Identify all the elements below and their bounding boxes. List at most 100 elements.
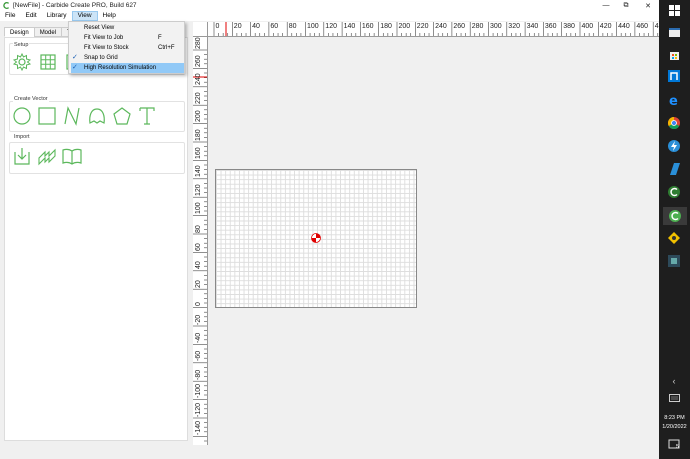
taskbar-chrome[interactable] (667, 116, 681, 130)
import-file-icon (14, 148, 30, 165)
taskbar-edge[interactable]: e (667, 93, 681, 107)
ruler-label: 200 (398, 23, 411, 30)
windows-taskbar: e ‹ 8:23 PM 1/20/2022 5 (659, 0, 690, 459)
import-model-button[interactable] (37, 146, 57, 166)
chevron-left-icon: ‹ (672, 376, 676, 386)
job-setup-button[interactable] (12, 52, 32, 72)
ruler-label: 180 (380, 23, 392, 30)
ruler-label: 220 (416, 23, 429, 30)
close-button[interactable]: ✕ (638, 0, 658, 11)
ruler-label: 280 (471, 23, 484, 30)
restore-button[interactable]: ⧉ (616, 0, 636, 11)
ruler-label: 200 (195, 110, 202, 123)
setup-label: Setup (13, 42, 30, 48)
notification-center-button[interactable]: 5 (667, 438, 681, 452)
ruler-label: 440 (618, 23, 630, 30)
menu-item-label: Fit View to Stock (84, 45, 129, 51)
ruler-label: 20 (233, 23, 242, 30)
text-icon (139, 107, 155, 125)
menu-fit-view-to-job[interactable]: Fit View to Job F (69, 33, 184, 43)
left-tool-panel: Design Model To Setup Create Vector (0, 22, 190, 444)
clock-date[interactable]: 1/20/2022 (659, 424, 690, 430)
taskbar-app-11[interactable] (667, 254, 681, 268)
draw-circle-button[interactable] (12, 106, 32, 126)
draw-polyline-button[interactable] (87, 106, 107, 126)
edge-browser-icon: e (669, 94, 678, 106)
menu-view[interactable]: View (71, 11, 98, 21)
carbide-logo-icon (668, 186, 680, 198)
ruler-label: 40 (252, 23, 260, 30)
ruler-label: 0 (215, 23, 220, 30)
taskbar-app-3[interactable] (667, 69, 681, 83)
ruler-label: 60 (270, 23, 279, 30)
ruler-label: -80 (195, 369, 202, 380)
left-ruler: 280 260 240 220 200 180 160 140 120 100 80 60 40 20 0-… (193, 37, 208, 445)
show-hidden-icons-button[interactable]: ‹ (667, 374, 681, 388)
menu-snap-to-grid[interactable]: ✓ Snap to Grid (69, 53, 184, 63)
menu-file[interactable]: File (0, 11, 20, 21)
menu-edit[interactable]: Edit (20, 11, 41, 21)
windows-logo-icon (668, 4, 680, 16)
menu-item-shortcut: Ctrl+F (158, 45, 175, 51)
taskbar-app-7[interactable] (667, 162, 681, 176)
import-gcode-icon (38, 148, 56, 166)
grid-icon (40, 54, 56, 70)
menu-reset-view[interactable]: Reset View (69, 23, 184, 33)
tab-model[interactable]: Model (33, 27, 63, 37)
ruler-label: -60 (195, 351, 202, 362)
ruler-label: 280 (195, 37, 202, 49)
ruler-label: 60 (195, 243, 202, 251)
taskbar-carbide-create-active[interactable] (663, 207, 687, 225)
window-title: [NewFile] - Carbide Create PRO, Build 62… (13, 2, 137, 9)
tab-design[interactable]: Design (4, 27, 35, 37)
grid-setup-button[interactable] (38, 52, 58, 72)
view-menu-dropdown: Reset View Fit View to Job F Fit View to… (68, 21, 185, 74)
draw-rectangle-button[interactable] (37, 106, 57, 126)
draw-polygon-button[interactable] (112, 106, 132, 126)
draw-text-button[interactable] (137, 106, 157, 126)
dark-app-icon (668, 255, 680, 267)
taskbar-app-10[interactable] (667, 231, 681, 245)
taskbar-carbide-motion[interactable] (667, 185, 681, 199)
ruler-label: 80 (195, 224, 202, 233)
ruler-label: 120 (195, 184, 202, 196)
menu-help[interactable]: Help (98, 11, 121, 21)
ruler-label: 160 (195, 147, 202, 159)
gear-icon (12, 52, 32, 72)
ruler-label: 380 (563, 23, 575, 30)
ruler-label: 240 (435, 23, 447, 30)
ruler-label: 100 (195, 202, 202, 215)
menu-high-resolution-simulation[interactable]: ✓ High Resolution Simulation (71, 63, 184, 73)
ruler-label: -40 (195, 332, 202, 343)
yellow-app-icon (668, 232, 680, 244)
import-group (9, 142, 185, 174)
taskbar-app-6[interactable] (667, 139, 681, 153)
ruler-label: 300 (490, 23, 502, 30)
title-bar: [NewFile] - Carbide Create PRO, Build 62… (0, 0, 659, 11)
taskbar-app-1[interactable] (667, 25, 681, 39)
keyboard-icon (668, 394, 680, 402)
clock-time[interactable]: 8:23 PM (659, 415, 690, 421)
taskbar-app-2[interactable] (667, 47, 681, 61)
design-panel: Setup Create Vector Import (4, 37, 188, 441)
checkmark-icon: ✓ (72, 54, 78, 61)
library-button[interactable] (62, 146, 82, 166)
library-book-icon (62, 148, 82, 165)
start-button[interactable] (667, 3, 681, 17)
ruler-label: 320 (508, 23, 520, 30)
origin-target-icon (311, 233, 321, 243)
ruler-label: 40 (195, 261, 202, 270)
menu-fit-view-to-stock[interactable]: Fit View to Stock Ctrl+F (69, 43, 184, 53)
ruler-label: -140 (195, 420, 202, 435)
menu-item-label: Reset View (84, 25, 115, 31)
circle-icon (13, 107, 31, 125)
menu-library[interactable]: Library (42, 11, 72, 21)
minimize-button[interactable]: — (596, 0, 616, 11)
polyline-icon (89, 108, 105, 124)
keyboard-button[interactable] (667, 391, 681, 405)
import-vectors-button[interactable] (12, 146, 32, 166)
polygon-icon (113, 107, 131, 125)
ruler-label: 220 (195, 92, 202, 104)
ruler-label: 260 (453, 23, 466, 30)
draw-curve-button[interactable] (62, 106, 82, 126)
